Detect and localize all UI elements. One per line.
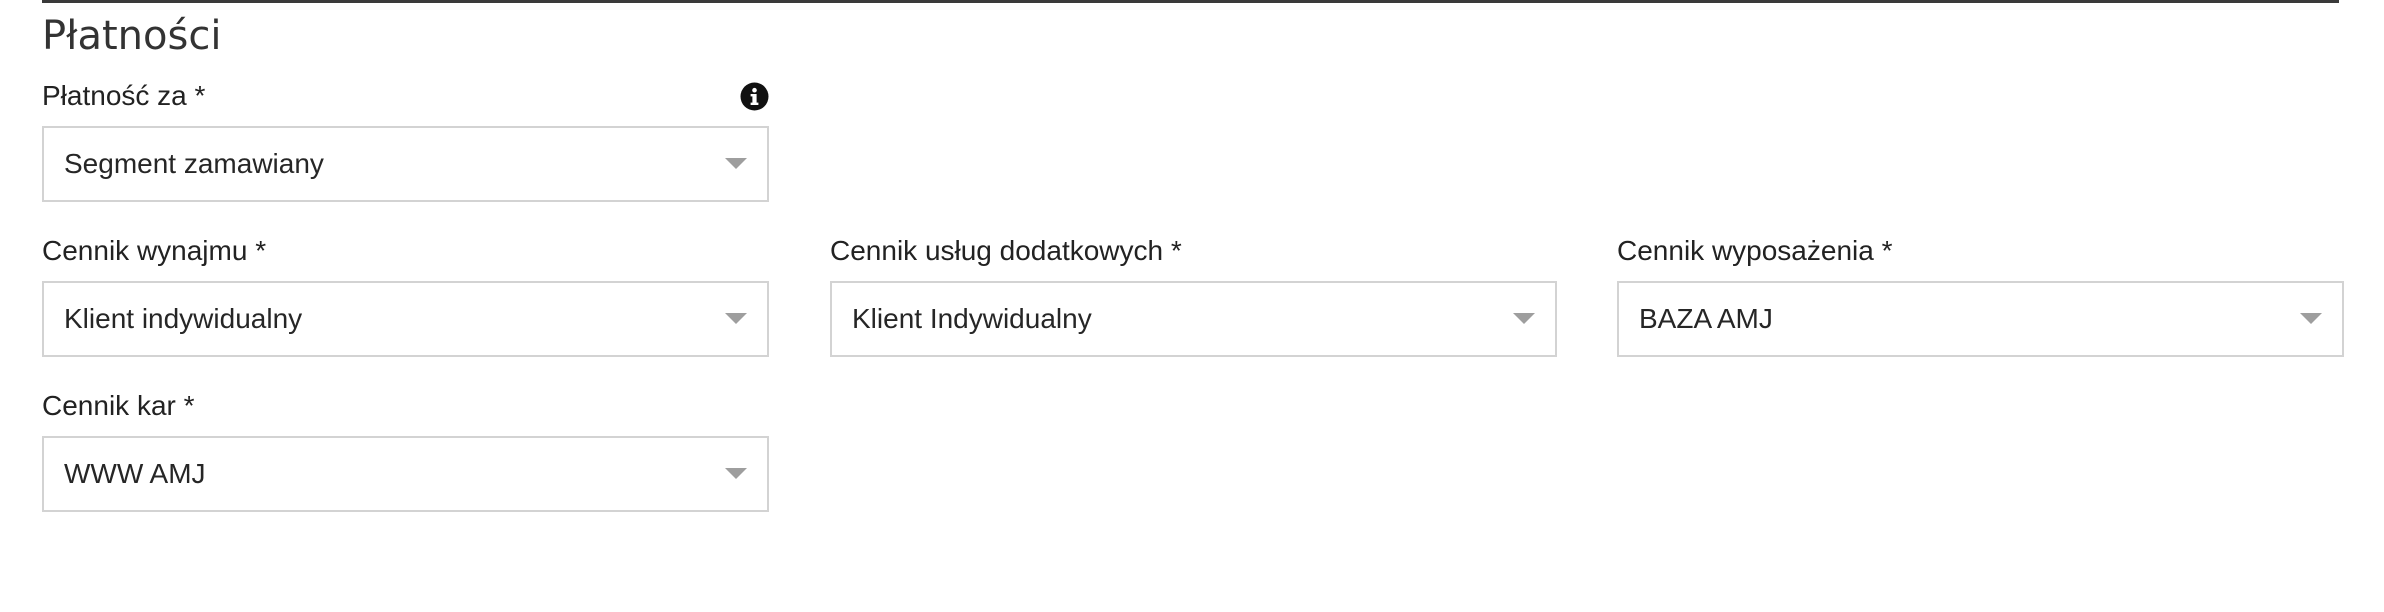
equipment-pricelist-field: Cennik wyposażenia * BAZA AMJ — [1617, 233, 2344, 357]
penalty-pricelist-select[interactable]: WWW AMJ — [42, 436, 769, 512]
extra-services-pricelist-label: Cennik usług dodatkowych * — [830, 235, 1182, 266]
penalty-pricelist-field: Cennik kar * WWW AMJ — [42, 388, 769, 512]
rental-pricelist-value: Klient indywidualny — [64, 303, 303, 334]
penalty-pricelist-label: Cennik kar * — [42, 390, 195, 421]
caret-down-icon — [725, 468, 747, 479]
caret-down-icon — [1513, 313, 1535, 324]
extra-services-pricelist-field: Cennik usług dodatkowych * Klient Indywi… — [830, 233, 1557, 357]
caret-down-icon — [725, 313, 747, 324]
equipment-pricelist-value: BAZA AMJ — [1639, 303, 1773, 334]
info-icon[interactable] — [740, 82, 769, 111]
caret-down-icon — [725, 158, 747, 169]
extra-services-pricelist-select[interactable]: Klient Indywidualny — [830, 281, 1557, 357]
penalty-pricelist-value: WWW AMJ — [64, 458, 206, 489]
rental-pricelist-label: Cennik wynajmu * — [42, 235, 267, 266]
payment-for-value: Segment zamawiany — [64, 148, 324, 179]
payment-for-select[interactable]: Segment zamawiany — [42, 126, 769, 202]
equipment-pricelist-select[interactable]: BAZA AMJ — [1617, 281, 2344, 357]
rental-pricelist-field: Cennik wynajmu * Klient indywidualny — [42, 233, 769, 357]
section-top-divider — [42, 0, 2339, 3]
rental-pricelist-select[interactable]: Klient indywidualny — [42, 281, 769, 357]
equipment-pricelist-label: Cennik wyposażenia * — [1617, 235, 1893, 266]
caret-down-icon — [2300, 313, 2322, 324]
payment-for-field: Płatność za * Segment zamawiany — [42, 78, 769, 202]
extra-services-pricelist-value: Klient Indywidualny — [852, 303, 1092, 334]
section-title: Płatności — [42, 13, 222, 59]
payment-for-label: Płatność za * — [42, 80, 206, 111]
